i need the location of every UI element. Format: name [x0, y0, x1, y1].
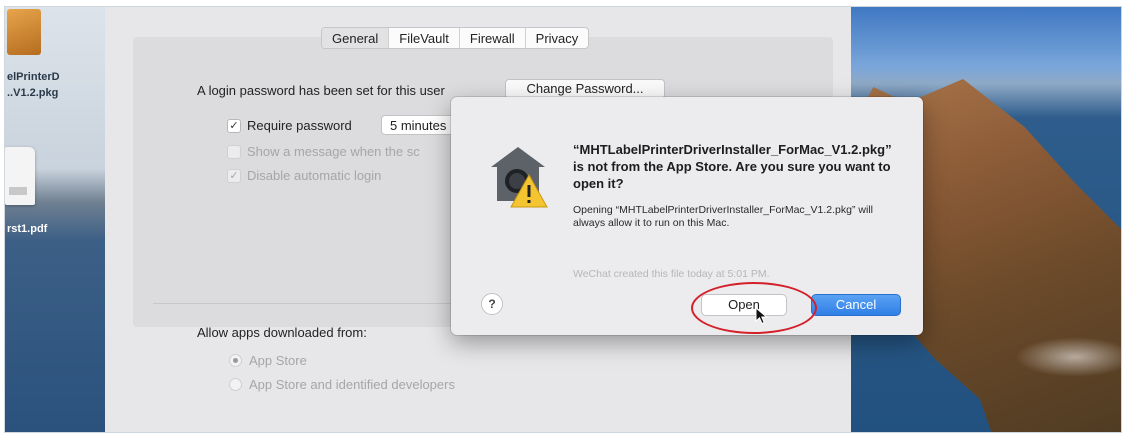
gatekeeper-alert-dialog: “MHTLabelPrinterDriverInstaller_ForMac_V… [451, 97, 923, 335]
package-file-icon[interactable] [7, 9, 41, 55]
show-message-checkbox[interactable] [227, 145, 241, 159]
alert-source-note: WeChat created this file today at 5:01 P… [573, 268, 770, 280]
desktop-pdf-label[interactable]: rst1.pdf [7, 223, 47, 236]
security-lock-warning-icon [491, 147, 548, 208]
show-message-label: Show a message when the sc [247, 144, 420, 159]
tab-privacy[interactable]: Privacy [526, 28, 589, 48]
tab-firewall[interactable]: Firewall [460, 28, 526, 48]
disable-login-checkbox[interactable]: ✓ [227, 169, 241, 183]
change-password-button[interactable]: Change Password... [505, 79, 665, 99]
cancel-button[interactable]: Cancel [811, 294, 901, 316]
require-password-checkbox[interactable]: ✓ [227, 119, 241, 133]
disable-login-label: Disable automatic login [247, 168, 382, 183]
tab-filevault[interactable]: FileVault [389, 28, 460, 48]
mouse-cursor-icon [755, 307, 768, 325]
desktop-left: elPrinterD ..V1.2.pkg rst1.pdf [5, 7, 105, 432]
identified-developers-radio[interactable] [229, 378, 242, 391]
alert-title: “MHTLabelPrinterDriverInstaller_ForMac_V… [573, 142, 892, 191]
prefs-tabs: General FileVault Firewall Privacy [321, 27, 590, 49]
help-button[interactable]: ? [481, 293, 503, 315]
identified-developers-option-label: App Store and identified developers [249, 377, 455, 392]
app-store-option-label: App Store [249, 353, 307, 368]
pdf-file-icon[interactable] [5, 147, 35, 205]
wallpaper-foam [1015, 337, 1121, 377]
alert-body: Opening “MHTLabelPrinterDriverInstaller_… [573, 204, 873, 229]
require-password-popup[interactable]: 5 minutes [381, 115, 456, 135]
highlight-ellipse [691, 282, 817, 334]
app-store-radio[interactable] [229, 354, 242, 367]
desktop-file-label-line2[interactable]: ..V1.2.pkg [7, 87, 58, 100]
tab-general[interactable]: General [322, 28, 390, 48]
desktop-file-label-line1[interactable]: elPrinterD [7, 71, 60, 84]
screenshot-frame: elPrinterD ..V1.2.pkg rst1.pdf General F… [4, 6, 1122, 433]
allow-apps-label: Allow apps downloaded from: [197, 325, 367, 340]
require-password-label: Require password [247, 118, 352, 133]
login-password-text: A login password has been set for this u… [197, 83, 445, 98]
